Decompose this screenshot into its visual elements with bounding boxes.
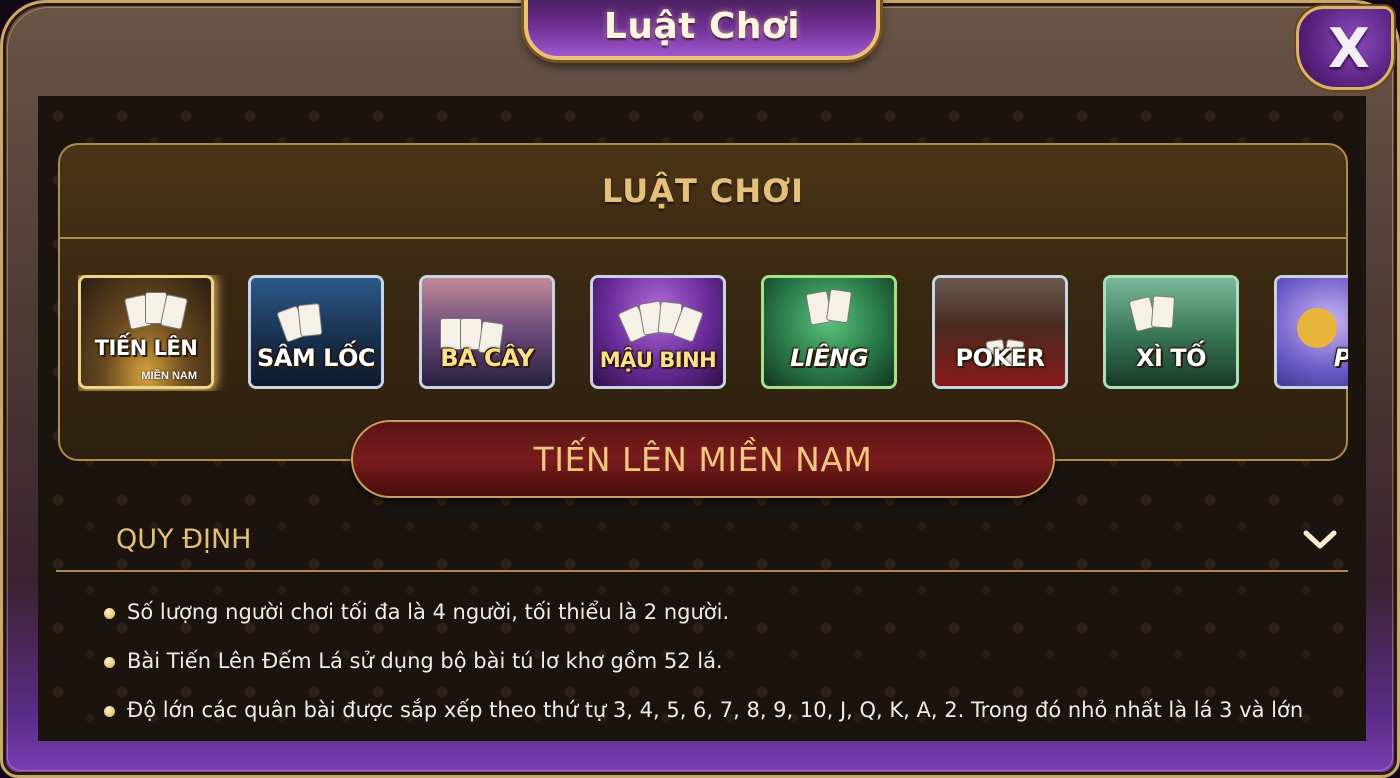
game-tile-tien-len-mien-nam[interactable]: TIẾN LÊN MIỀN NAM	[78, 275, 214, 389]
game-tile-sam-loc[interactable]: SÂM LỐC	[248, 275, 384, 389]
game-label: TIẾN LÊN	[94, 336, 198, 360]
game-sublabel: MIỀN NAM	[141, 370, 197, 382]
window-title: Luật Chơi	[603, 5, 801, 47]
selector-title: LUẬT CHƠI	[601, 172, 805, 210]
game-label: MẬU BINH	[599, 348, 717, 372]
selected-game-title: TIẾN LÊN MIỀN NAM	[533, 439, 873, 479]
rule-item: Độ lớn các quân bài được sắp xếp theo th…	[104, 698, 1334, 725]
game-tile-poker[interactable]: POKER	[932, 275, 1068, 389]
selected-game-banner: TIẾN LÊN MIỀN NAM	[351, 420, 1055, 498]
game-selector-panel: LUẬT CHƠI TIẾN LÊN MIỀN NAM SÂM LỐC BA C…	[58, 143, 1348, 461]
content-panel: LUẬT CHƠI TIẾN LÊN MIỀN NAM SÂM LỐC BA C…	[38, 96, 1366, 741]
rules-title: QUY ĐỊNH	[116, 524, 252, 555]
rules-section-header[interactable]: QUY ĐỊNH	[56, 516, 1348, 572]
game-tile-ba-cay[interactable]: BA CÂY	[419, 275, 555, 389]
bullet-dot-icon	[104, 608, 115, 619]
game-tile-pho[interactable]: PHỎ	[1274, 275, 1348, 389]
game-label: LIÊNG	[790, 344, 868, 372]
rule-text: Bài Tiến Lên Đếm Lá sử dụng bộ bài tú lơ…	[127, 649, 723, 673]
rules-list: Số lượng người chơi tối đa là 4 người, t…	[104, 600, 1334, 741]
game-label: BA CÂY	[440, 344, 534, 372]
window-title-plaque: Luật Chơi	[524, 0, 880, 60]
close-icon: X	[1328, 16, 1370, 80]
game-label: XÌ TỐ	[1135, 344, 1207, 372]
bullet-dot-icon	[104, 657, 115, 668]
selector-header: LUẬT CHƠI	[60, 145, 1346, 239]
game-label: POKER	[955, 344, 1045, 372]
rule-item: Bài Tiến Lên Đếm Lá sử dụng bộ bài tú lơ…	[104, 649, 1334, 676]
game-label: SÂM LỐC	[257, 344, 375, 372]
rule-item: Số lượng người chơi tối đa là 4 người, t…	[104, 600, 1334, 627]
chevron-down-icon[interactable]	[1302, 528, 1338, 552]
games-carousel[interactable]: TIẾN LÊN MIỀN NAM SÂM LỐC BA CÂY MẬU BIN…	[78, 275, 1348, 391]
rule-text: Độ lớn các quân bài được sắp xếp theo th…	[127, 698, 1304, 722]
game-tile-xi-to[interactable]: XÌ TỐ	[1103, 275, 1239, 389]
bullet-dot-icon	[104, 706, 115, 717]
close-button[interactable]: X	[1296, 6, 1394, 90]
rule-text: Số lượng người chơi tối đa là 4 người, t…	[127, 600, 730, 624]
game-tile-mau-binh[interactable]: MẬU BINH	[590, 275, 726, 389]
game-label: PHỎ	[1334, 344, 1348, 372]
game-tile-lieng[interactable]: LIÊNG	[761, 275, 897, 389]
